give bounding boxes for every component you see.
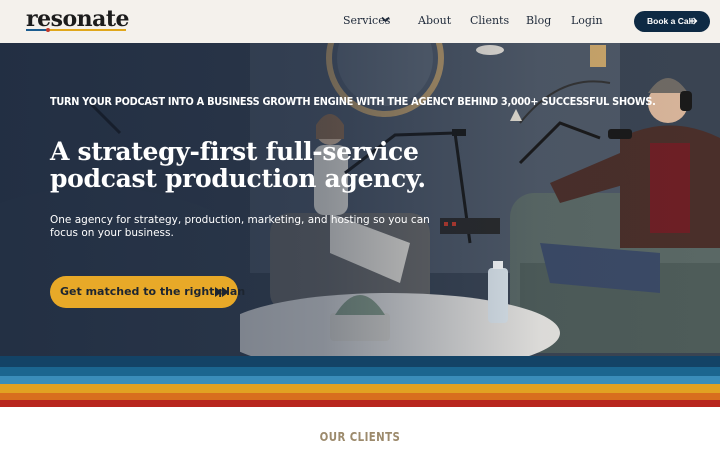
top-navigation: resonate Services About Clients Blog Log… xyxy=(0,0,720,43)
nav-services[interactable]: Services xyxy=(343,14,390,27)
stripe-4 xyxy=(0,384,720,393)
nav-about[interactable]: About xyxy=(418,14,451,27)
arrow-right-icon xyxy=(689,17,698,25)
get-matched-button[interactable]: Get matched to the right plan xyxy=(50,276,245,308)
our-clients-heading: OUR CLIENTS xyxy=(319,430,401,444)
book-a-call-label: Book a Call xyxy=(647,16,694,26)
stripe-6 xyxy=(0,400,720,407)
hero-section: TURN YOUR PODCAST INTO A BUSINESS GROWTH… xyxy=(0,43,720,356)
logo-underline xyxy=(26,28,126,32)
nav-login[interactable]: Login xyxy=(571,14,603,27)
stripe-2 xyxy=(0,367,720,376)
fast-forward-icon xyxy=(215,287,229,297)
book-a-call-button[interactable]: Book a Call xyxy=(634,11,710,32)
hero-headline: A strategy-first full-service podcast pr… xyxy=(50,138,470,192)
nav-clients[interactable]: Clients xyxy=(470,14,509,27)
hero-tagline: TURN YOUR PODCAST INTO A BUSINESS GROWTH… xyxy=(50,96,656,108)
hero-headline-line-2: podcast production agency. xyxy=(50,164,426,193)
stripe-5 xyxy=(0,393,720,400)
nav-blog[interactable]: Blog xyxy=(526,14,551,27)
hero-subtext: One agency for strategy, production, mar… xyxy=(50,214,430,239)
chevron-down-icon xyxy=(381,16,390,23)
hero-headline-line-1: A strategy-first full-service xyxy=(50,137,419,166)
brand-stripes xyxy=(0,356,720,407)
hero-overlay xyxy=(0,43,720,356)
stripe-1 xyxy=(0,356,720,367)
stripe-3 xyxy=(0,376,720,384)
